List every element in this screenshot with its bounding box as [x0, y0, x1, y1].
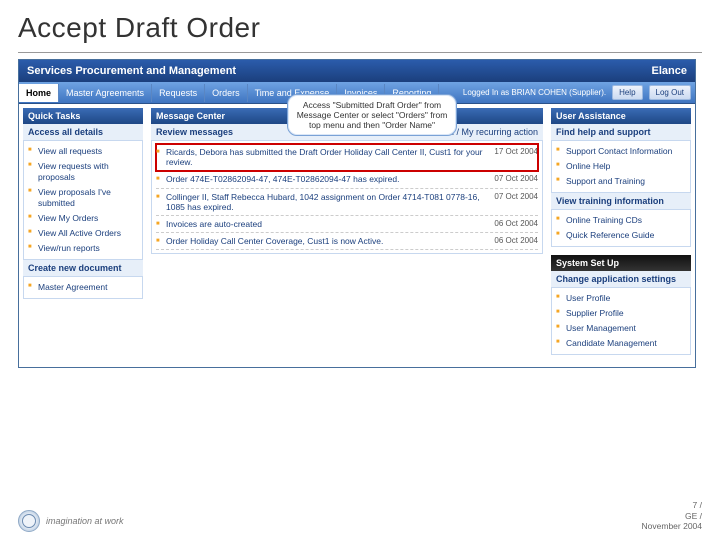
divider: [18, 52, 702, 53]
system-setup-sub: Change application settings: [551, 271, 691, 288]
footer-page: 7 /: [642, 500, 702, 511]
footer-tagline: imagination at work: [46, 516, 124, 526]
assist-item[interactable]: Online Help: [556, 159, 686, 174]
help-button[interactable]: Help: [612, 85, 642, 100]
app-header: Services Procurement and Management Elan…: [19, 60, 695, 82]
slide-title: Accept Draft Order: [18, 12, 702, 44]
logout-button[interactable]: Log Out: [649, 85, 691, 100]
message-center-filter-link[interactable]: All / My recurring action: [444, 127, 538, 137]
slide-footer: imagination at work 7 / GE / November 20…: [18, 500, 702, 532]
quick-task-item[interactable]: View all requests: [28, 144, 138, 159]
setup-item[interactable]: Supplier Profile: [556, 306, 686, 321]
tab-orders[interactable]: Orders: [205, 84, 248, 102]
setup-item[interactable]: User Management: [556, 321, 686, 336]
quick-task-item[interactable]: View requests with proposals: [28, 159, 138, 185]
message-text: Ricards, Debora has submitted the Draft …: [166, 147, 494, 167]
message-text: Order Holiday Call Center Coverage, Cust…: [166, 236, 494, 246]
tab-requests[interactable]: Requests: [152, 84, 205, 102]
system-setup-panel: System Set Up Change application setting…: [551, 255, 691, 355]
message-date: 06 Oct 2004: [494, 236, 538, 245]
assist-item[interactable]: Quick Reference Guide: [556, 228, 686, 243]
setup-item[interactable]: User Profile: [556, 291, 686, 306]
footer-org: GE /: [642, 511, 702, 522]
tab-home[interactable]: Home: [19, 84, 59, 102]
assist-item[interactable]: Online Training CDs: [556, 213, 686, 228]
user-assistance-heading: User Assistance: [551, 108, 691, 124]
app-brand: Elance: [652, 65, 687, 77]
app-window: Services Procurement and Management Elan…: [18, 59, 696, 368]
instruction-callout: Access "Submitted Draft Order" from Mess…: [287, 94, 457, 136]
message-center-sub: Review messages: [156, 127, 233, 137]
quick-task-item[interactable]: View proposals I've submitted: [28, 185, 138, 211]
quick-task-item[interactable]: View My Orders: [28, 211, 138, 226]
message-text: Collinger II, Staff Rebecca Hubard, 1042…: [166, 192, 494, 212]
message-text: Invoices are auto-created: [166, 219, 494, 229]
quick-tasks-sub1: Access all details: [23, 124, 143, 141]
system-setup-heading: System Set Up: [551, 255, 691, 271]
logged-in-text: Logged In as BRIAN COHEN (Supplier).: [463, 88, 606, 97]
ge-logo-icon: [18, 510, 40, 532]
assist-item[interactable]: Support and Training: [556, 174, 686, 189]
tab-master-agreements[interactable]: Master Agreements: [59, 84, 152, 102]
quick-task-item[interactable]: View/run reports: [28, 241, 138, 256]
message-row[interactable]: Order 474E-T02862094-47, 474E-T02862094-…: [156, 171, 538, 188]
quick-tasks-sub2: Create new document: [23, 260, 143, 277]
user-assistance-sub1: Find help and support: [551, 124, 691, 141]
message-date: 07 Oct 2004: [494, 174, 538, 183]
quick-tasks-heading: Quick Tasks: [23, 108, 143, 124]
user-assistance-panel: User Assistance Find help and support Su…: [551, 108, 691, 247]
quick-task-item[interactable]: View All Active Orders: [28, 226, 138, 241]
message-row[interactable]: Ricards, Debora has submitted the Draft …: [156, 144, 538, 171]
message-date: 17 Oct 2004: [494, 147, 538, 156]
message-row[interactable]: Order Holiday Call Center Coverage, Cust…: [156, 233, 538, 250]
assist-item[interactable]: Support Contact Information: [556, 144, 686, 159]
app-title: Services Procurement and Management: [27, 65, 236, 77]
user-assistance-sub2: View training information: [551, 193, 691, 210]
footer-date: November 2004: [642, 521, 702, 532]
quick-task-item[interactable]: Master Agreement: [28, 280, 138, 295]
setup-item[interactable]: Candidate Management: [556, 336, 686, 351]
message-row[interactable]: Invoices are auto-created06 Oct 2004: [156, 216, 538, 233]
quick-tasks-panel: Quick Tasks Access all details View all …: [23, 108, 143, 299]
message-date: 06 Oct 2004: [494, 219, 538, 228]
message-text: Order 474E-T02862094-47, 474E-T02862094-…: [166, 174, 494, 184]
message-date: 07 Oct 2004: [494, 192, 538, 201]
message-row[interactable]: Collinger II, Staff Rebecca Hubard, 1042…: [156, 189, 538, 216]
